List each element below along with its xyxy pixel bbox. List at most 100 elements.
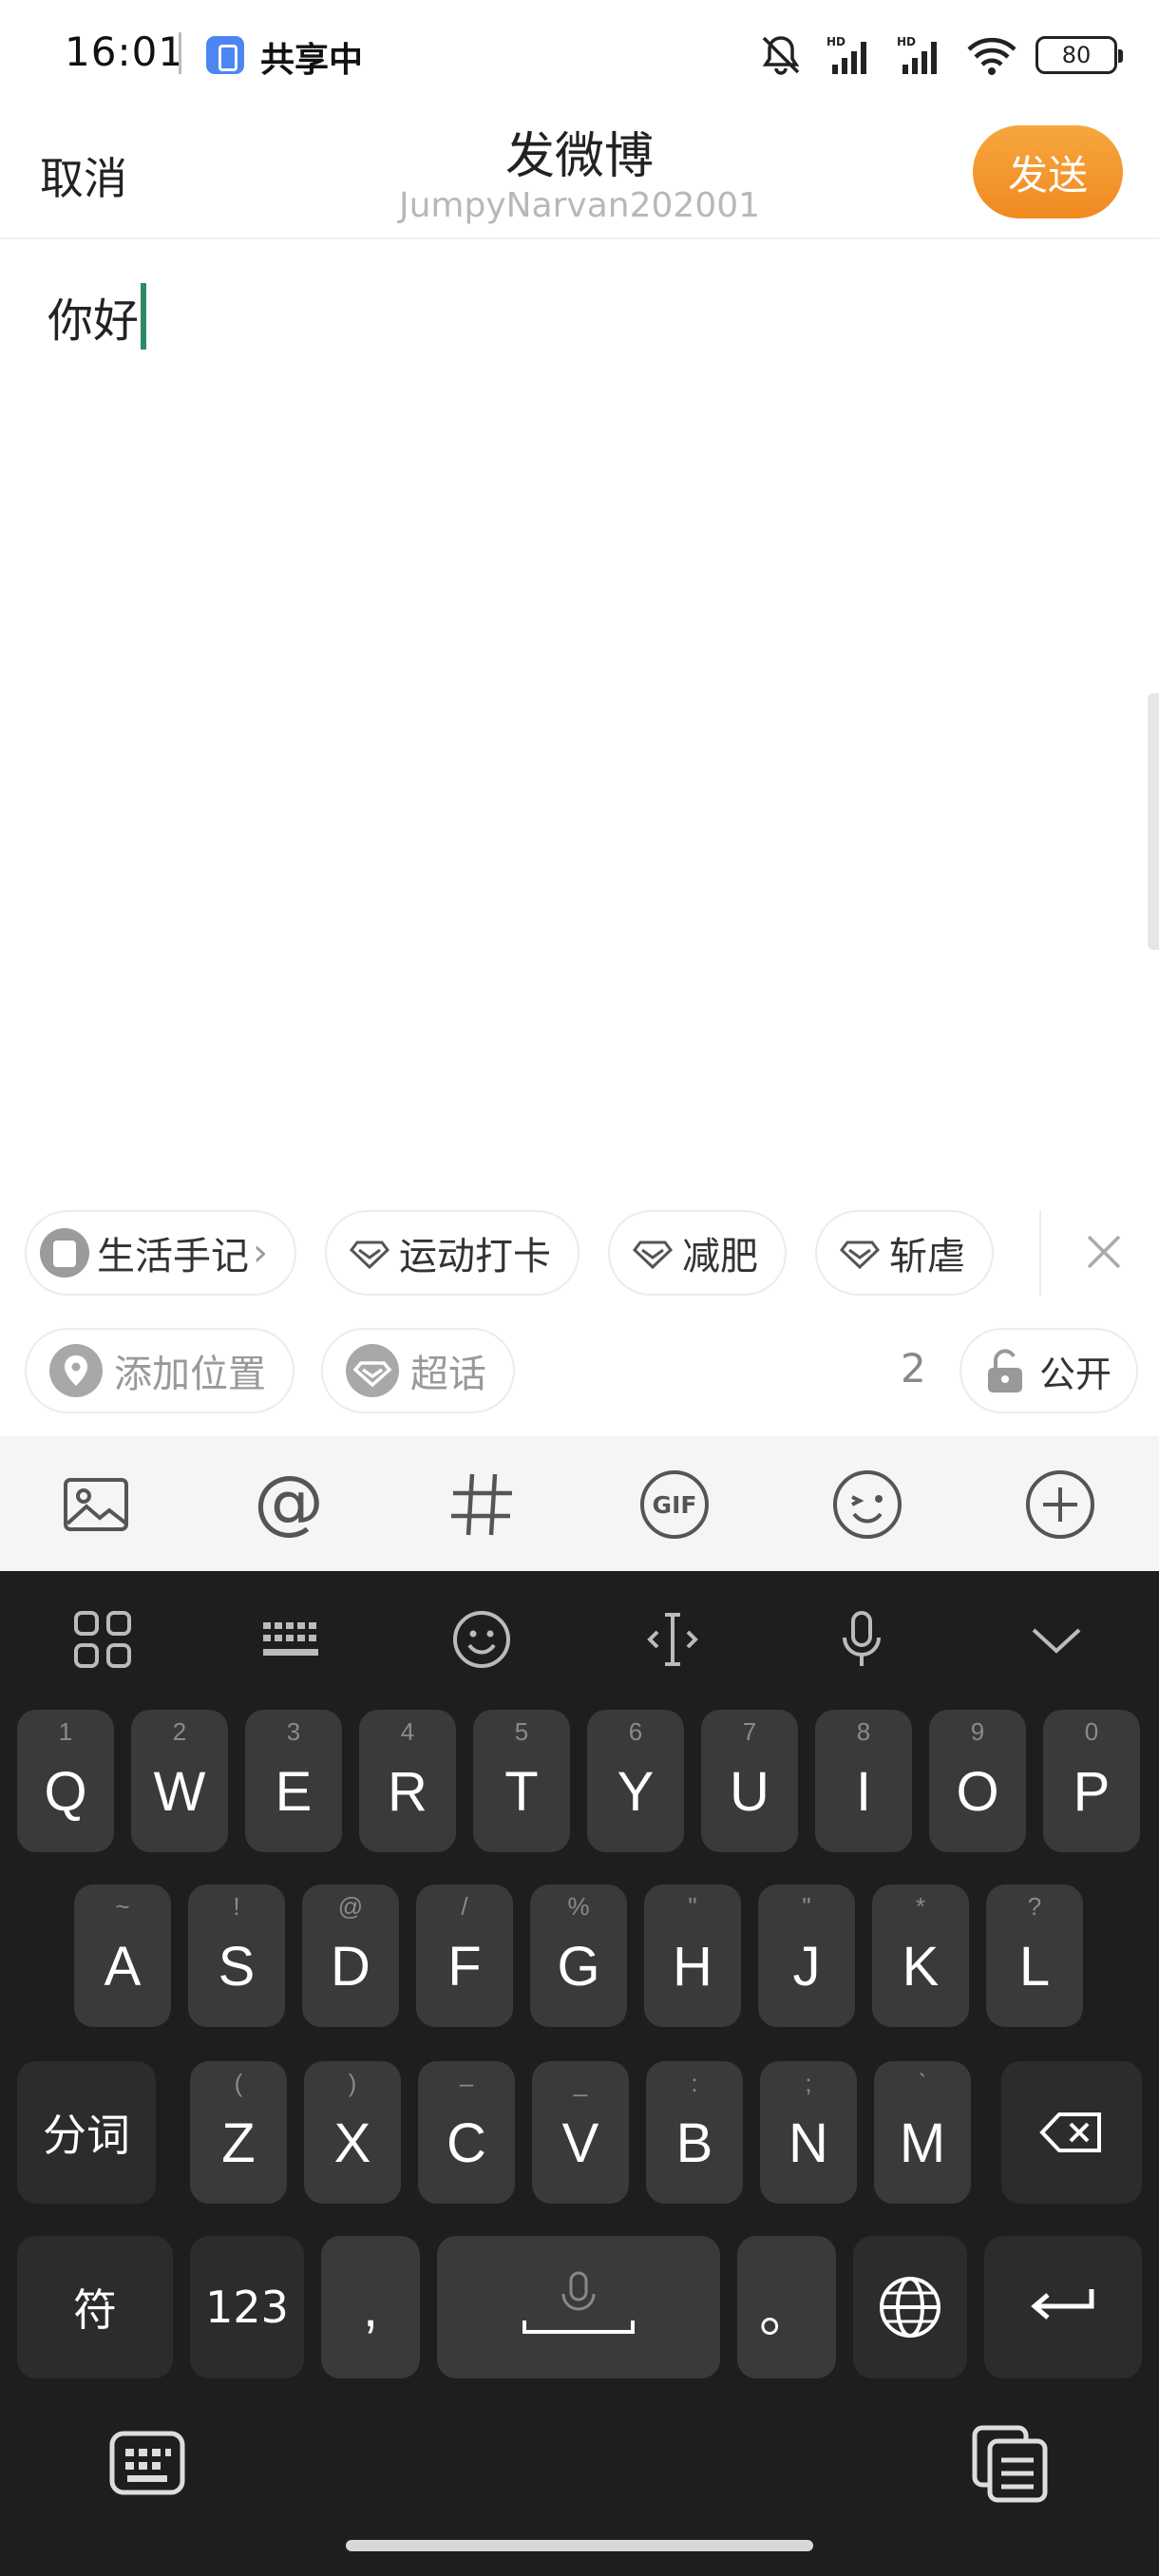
key-n[interactable]: ; N <box>760 2061 857 2204</box>
send-button[interactable]: 发送 <box>973 125 1123 218</box>
diamond-icon <box>350 1241 390 1270</box>
key-a[interactable]: ~ A <box>74 1885 171 2027</box>
key-r[interactable]: 4R <box>359 1710 456 1852</box>
svg-text:HD: HD <box>826 35 846 48</box>
image-icon[interactable] <box>58 1467 134 1543</box>
key-hint: 3 <box>286 1717 301 1746</box>
key-hint: % <box>567 1892 590 1921</box>
super-topic-label: 超话 <box>410 1353 486 1396</box>
topic-chip-label: 减肥 <box>682 1235 758 1279</box>
key-l[interactable]: ? L <box>986 1885 1083 2027</box>
key-j[interactable]: " J <box>758 1885 855 2027</box>
key-e[interactable]: 3E <box>245 1710 342 1852</box>
key-z[interactable]: (Z <box>190 2061 287 2204</box>
space-mic-icon <box>522 2271 635 2334</box>
key-u[interactable]: 7U <box>701 1710 798 1852</box>
key-s[interactable]: ! S <box>188 1885 285 2027</box>
close-icon[interactable] <box>1079 1227 1129 1277</box>
chevron-down-icon[interactable] <box>1022 1605 1091 1674</box>
key-b[interactable]: :B <box>646 2061 743 2204</box>
key-letter: B <box>675 2112 713 2174</box>
notebook-icon <box>40 1228 89 1278</box>
topic-chip-exercise[interactable]: 运动打卡 <box>325 1210 580 1296</box>
key-w[interactable]: 2W <box>131 1710 228 1852</box>
key-letter: T <box>504 1760 539 1823</box>
key-letter: Z <box>221 2112 256 2174</box>
keyboard-emoji-icon[interactable] <box>447 1605 516 1674</box>
key-hint: 0 <box>1084 1717 1099 1746</box>
segment-key[interactable]: 分词 <box>17 2061 156 2204</box>
key-letter: K <box>902 1935 940 1998</box>
key-letter: S <box>218 1935 256 1998</box>
key-hint: ~ <box>115 1892 130 1921</box>
key-f[interactable]: / F <box>416 1885 513 2027</box>
clipboard-icon[interactable] <box>969 2422 1051 2504</box>
key-letter: H <box>673 1935 712 1998</box>
text-caret <box>141 283 147 350</box>
diamond-icon <box>840 1241 880 1270</box>
mention-icon[interactable]: @ <box>251 1467 327 1543</box>
key-hint: @ <box>337 1892 364 1921</box>
key-hint: * <box>915 1892 926 1921</box>
visibility-label: 公开 <box>1039 1353 1112 1395</box>
key-hint: ) <box>348 2069 357 2097</box>
key-p[interactable]: 0P <box>1043 1710 1140 1852</box>
gif-icon[interactable]: GIF <box>636 1467 712 1543</box>
space-key[interactable] <box>437 2236 720 2378</box>
cursor-move-icon[interactable] <box>638 1605 707 1674</box>
super-topic-button[interactable]: 超话 <box>321 1328 515 1413</box>
key-v[interactable]: _ V <box>532 2061 629 2204</box>
topic-chip-life-notes[interactable]: 生活手记 › <box>25 1210 296 1296</box>
add-location-button[interactable]: 添加位置 <box>25 1328 294 1413</box>
numbers-key[interactable]: 123 <box>190 2236 304 2378</box>
microphone-icon[interactable] <box>827 1605 896 1674</box>
key-letter: Q <box>44 1760 87 1823</box>
emoji-icon[interactable] <box>829 1467 905 1543</box>
key-m[interactable]: ` M <box>874 2061 971 2204</box>
key-letter: W <box>153 1760 206 1823</box>
signal-hd-1-icon: HD <box>826 35 866 74</box>
home-indicator[interactable] <box>346 2540 813 2551</box>
symbols-key[interactable]: 符 <box>17 2236 173 2378</box>
backspace-key[interactable] <box>1001 2061 1142 2204</box>
hashtag-icon[interactable] <box>444 1467 520 1543</box>
keyboard-layout-icon[interactable] <box>257 1605 326 1674</box>
key-h[interactable]: " H <box>644 1885 741 2027</box>
key-hint: / <box>461 1892 468 1921</box>
key-o[interactable]: 9O <box>929 1710 1026 1852</box>
key-letter: X <box>333 2112 371 2174</box>
wifi-icon <box>967 37 1016 75</box>
comma-key[interactable]: , <box>321 2236 420 2378</box>
character-count: 2 <box>901 1345 926 1392</box>
key-letter: R <box>388 1760 428 1823</box>
super-topic-diamond-icon <box>346 1344 399 1397</box>
topic-chip-diet[interactable]: 减肥 <box>608 1210 787 1296</box>
key-q[interactable]: 1Q <box>17 1710 114 1852</box>
language-key[interactable] <box>853 2236 967 2378</box>
keyboard-switch-icon[interactable] <box>106 2422 188 2504</box>
key-c[interactable]: – C <box>418 2061 515 2204</box>
key-letter: A <box>104 1935 142 1998</box>
enter-key[interactable] <box>984 2236 1142 2378</box>
key-g[interactable]: % G <box>530 1885 627 2027</box>
key-letter: V <box>561 2112 599 2174</box>
side-drawer-handle[interactable] <box>1148 693 1159 950</box>
key-x[interactable]: ) X <box>304 2061 401 2204</box>
key-letter: J <box>792 1935 821 1998</box>
post-text-editor[interactable]: 你好 <box>48 283 147 350</box>
soft-keyboard: 1Q2W3E4R5T6Y7U8I9O0P ~ A! S @ D / F% G " H " J * K? L … <box>0 1571 1159 2576</box>
key-hint: 6 <box>628 1717 643 1746</box>
add-more-icon[interactable] <box>1022 1467 1098 1543</box>
key-y[interactable]: 6Y <box>587 1710 684 1852</box>
topic-chip-drama[interactable]: 斩虐 <box>815 1210 994 1296</box>
apps-grid-icon[interactable] <box>68 1605 137 1674</box>
key-k[interactable]: * K <box>872 1885 969 2027</box>
key-i[interactable]: 8I <box>815 1710 912 1852</box>
post-options-row: 添加位置 超话 <box>25 1328 515 1413</box>
globe-icon <box>880 2277 940 2338</box>
topic-chip-label: 斩虐 <box>889 1235 965 1279</box>
visibility-button[interactable]: 公开 <box>960 1328 1139 1413</box>
period-key[interactable]: 。 <box>737 2236 836 2378</box>
key-t[interactable]: 5T <box>473 1710 570 1852</box>
key-d[interactable]: @ D <box>302 1885 399 2027</box>
